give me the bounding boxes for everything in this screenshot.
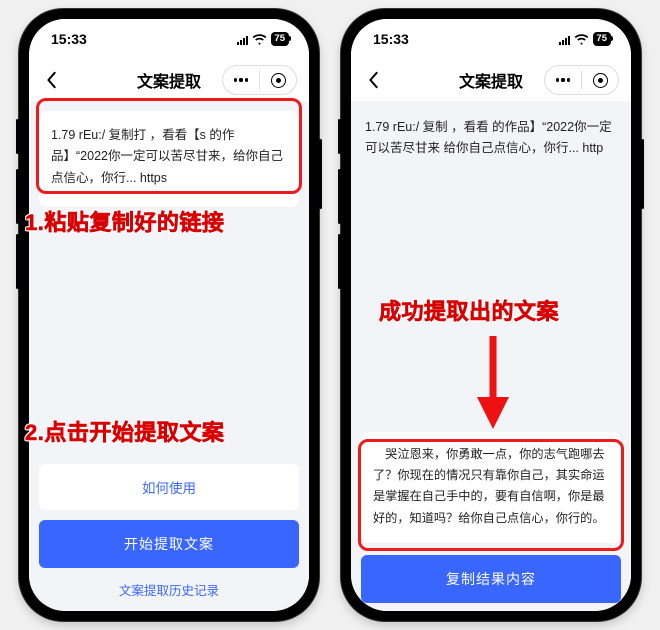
status-time: 15:33 [51,31,87,47]
phone-left: 15:33 75 文案提取 [19,9,319,621]
close-button[interactable] [582,66,618,94]
phone-right: 15:33 75 文案提取 [341,9,641,621]
history-link[interactable]: 文案提取历史记录 [39,568,299,603]
back-button[interactable] [41,69,63,91]
app-header: 文案提取 [29,59,309,101]
how-to-use-button[interactable]: 如何使用 [39,464,299,510]
status-time: 15:33 [373,31,409,47]
link-input[interactable]: 1.79 rEu:/ 复制打 ，看看【s 的作品】“2022你一定可以苦尽甘来，… [39,111,299,207]
battery-icon: 75 [271,32,289,46]
ellipsis-icon [234,78,249,81]
back-button[interactable] [363,69,385,91]
status-bar: 15:33 75 [351,19,631,59]
ellipsis-icon [556,78,571,81]
miniapp-capsule [544,65,619,95]
wifi-icon [574,34,589,45]
copy-result-button[interactable]: 复制结果内容 [361,555,621,603]
wifi-icon [252,34,267,45]
close-button[interactable] [260,66,296,94]
target-icon [271,73,286,88]
signal-icon [237,34,249,45]
battery-icon: 75 [593,32,611,46]
app-header: 文案提取 [351,59,631,101]
signal-icon [559,34,571,45]
start-extract-button[interactable]: 开始提取文案 [39,520,299,568]
link-input[interactable]: 1.79 rEu:/ 复制 ，看看 的作品】“2022你一定可以苦尽甘来 给你自… [361,111,621,170]
target-icon [593,73,608,88]
miniapp-capsule [222,65,297,95]
extracted-text: 哭泣恩来，你勇敢一点，你的志气跑哪去了？你现在的情况只有靠你自己，其实命运是掌握… [361,432,621,543]
status-bar: 15:33 75 [29,19,309,59]
menu-button[interactable] [545,66,581,94]
content-area: 1.79 rEu:/ 复制打 ，看看【s 的作品】“2022你一定可以苦尽甘来，… [29,101,309,611]
menu-button[interactable] [223,66,259,94]
content-area: 1.79 rEu:/ 复制 ，看看 的作品】“2022你一定可以苦尽甘来 给你自… [351,101,631,611]
